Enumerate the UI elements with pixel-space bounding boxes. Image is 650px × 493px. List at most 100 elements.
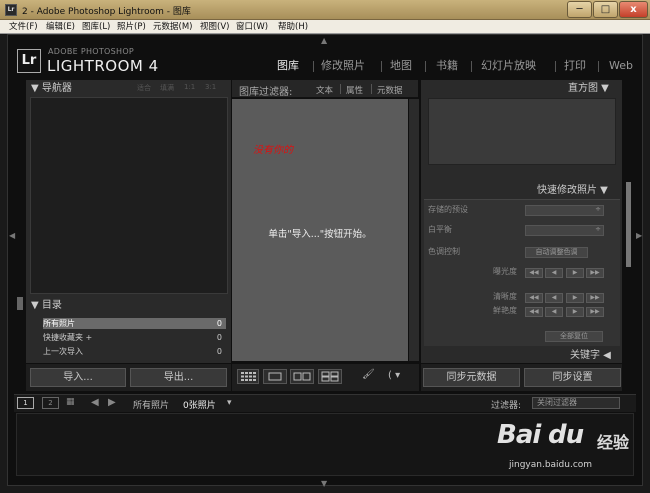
loupe-view-icon[interactable]: [263, 369, 287, 384]
filter-divider: [340, 84, 341, 94]
survey-glyph: [321, 371, 339, 382]
filter-attribute[interactable]: 属性: [346, 84, 363, 96]
menu-library[interactable]: 图库(L): [82, 21, 110, 33]
empty-library-message: 单击"导入..."按钮开始。: [268, 229, 372, 240]
back-arrow-icon[interactable]: ◀: [91, 397, 99, 408]
grid-view-icon[interactable]: [237, 369, 259, 384]
catalog-row-count: 0: [216, 347, 222, 356]
navigator-title: 导航器: [41, 83, 72, 94]
module-slideshow[interactable]: 幻灯片放映: [481, 58, 536, 74]
survey-view-icon[interactable]: [318, 369, 342, 384]
module-divider: [471, 61, 472, 72]
exposure-decrease-more[interactable]: ◀◀: [525, 268, 543, 278]
toolbar-options-icon[interactable]: ( ▾: [388, 370, 400, 381]
module-library[interactable]: 图库: [277, 58, 299, 74]
app-icon: Lr: [5, 4, 17, 16]
menu-edit[interactable]: 编辑(E): [46, 21, 75, 33]
grid-small-icon[interactable]: ▦: [66, 397, 75, 407]
module-book[interactable]: 书籍: [436, 58, 458, 74]
filmstrip-source[interactable]: 所有照片: [133, 398, 169, 411]
exposure-increase-more[interactable]: ▶▶: [586, 268, 604, 278]
sync-metadata-button[interactable]: 同步元数据: [423, 368, 520, 387]
primary-display-button[interactable]: 1: [17, 397, 34, 409]
auto-tone-button[interactable]: 自动调整色调: [525, 247, 588, 258]
minimize-button[interactable]: ─: [567, 1, 592, 18]
module-web[interactable]: Web: [609, 58, 633, 74]
histogram-header[interactable]: 直方图 ▼: [568, 81, 628, 97]
lightroom-logo: Lr: [17, 49, 41, 73]
clarity-label: 清晰度: [493, 292, 517, 301]
menu-photo[interactable]: 照片(P): [117, 21, 146, 33]
paw-logo: du: [548, 420, 584, 450]
quick-develop-header[interactable]: 快速修改照片 ▼: [537, 183, 632, 199]
catalog-row-previous-import[interactable]: 上一次导入 0: [43, 346, 226, 357]
zoom-fit[interactable]: 适合: [137, 83, 151, 93]
left-panel-toggle-icon[interactable]: ◀: [9, 231, 15, 240]
quick-develop-title: 快速修改照片: [537, 185, 597, 196]
forward-arrow-icon[interactable]: ▶: [108, 397, 116, 408]
menu-file[interactable]: 文件(F): [9, 21, 38, 33]
catalog-header[interactable]: ▼ 目录: [31, 298, 121, 314]
navigator-preview: [30, 97, 228, 294]
red-annotation: 没有你的: [253, 145, 293, 156]
menu-metadata[interactable]: 元数据(M): [153, 21, 192, 33]
export-button[interactable]: 导出...: [130, 368, 227, 387]
zoom-fill[interactable]: 填满: [160, 83, 174, 93]
catalog-row-label: 快捷收藏夹 +: [43, 333, 93, 342]
module-divider: [313, 61, 314, 72]
clarity-decrease-more[interactable]: ◀◀: [525, 293, 543, 303]
painter-icon[interactable]: 🖌: [362, 369, 375, 380]
catalog-row-count: 0: [216, 319, 222, 328]
histogram-title: 直方图: [568, 83, 598, 94]
top-panel-toggle-icon[interactable]: ▲: [321, 36, 327, 45]
stepper-arrows-icon: ÷: [595, 225, 601, 233]
right-panel-toggle-icon[interactable]: ▶: [636, 231, 642, 240]
filter-divider: [371, 84, 372, 94]
bottom-panel-toggle-icon[interactable]: ▼: [321, 479, 327, 488]
menu-window[interactable]: 窗口(W): [236, 21, 268, 33]
catalog-row-all-photos[interactable]: 所有照片 0: [43, 318, 226, 329]
saved-preset-dropdown[interactable]: ÷: [525, 205, 604, 216]
filter-dropdown[interactable]: 关闭过滤器: [532, 397, 620, 409]
window-title: 2 - Adobe Photoshop Lightroom - 图库: [22, 7, 191, 17]
exposure-decrease[interactable]: ◀: [545, 268, 563, 278]
vibrance-decrease-more[interactable]: ◀◀: [525, 307, 543, 317]
exposure-increase[interactable]: ▶: [566, 268, 584, 278]
clarity-decrease[interactable]: ◀: [545, 293, 563, 303]
compare-view-icon[interactable]: [290, 369, 314, 384]
import-button[interactable]: 导入...: [30, 368, 126, 387]
source-dropdown-icon[interactable]: ▾: [227, 398, 232, 408]
filter-dropdown-value: 关闭过滤器: [537, 398, 577, 407]
module-print[interactable]: 打印: [564, 58, 586, 74]
clarity-increase-more[interactable]: ▶▶: [586, 293, 604, 303]
zoom-3-1[interactable]: 3:1: [205, 83, 216, 91]
vibrance-decrease[interactable]: ◀: [545, 307, 563, 317]
zoom-1-1[interactable]: 1:1: [184, 83, 195, 91]
vibrance-increase-more[interactable]: ▶▶: [586, 307, 604, 317]
keywords-header[interactable]: 关键字 ◀: [570, 348, 630, 364]
vibrance-increase[interactable]: ▶: [566, 307, 584, 317]
sync-settings-button[interactable]: 同步设置: [524, 368, 621, 387]
module-map[interactable]: 地图: [390, 58, 412, 74]
catalog-row-quick-collection[interactable]: 快捷收藏夹 + 0: [43, 332, 226, 343]
reset-all-button[interactable]: 全部复位: [545, 331, 603, 342]
menu-view[interactable]: 视图(V): [200, 21, 229, 33]
menu-help[interactable]: 帮助(H): [278, 21, 308, 33]
filter-text[interactable]: 文本: [316, 84, 333, 96]
filter-metadata[interactable]: 元数据: [377, 84, 403, 96]
right-panel-scrollbar[interactable]: [626, 182, 631, 267]
left-panel-scrollbar[interactable]: [17, 297, 23, 310]
loupe-glyph: [268, 372, 282, 381]
navigator-header[interactable]: ▼ 导航器: [31, 81, 121, 97]
module-develop[interactable]: 修改照片: [321, 58, 365, 74]
maximize-button[interactable]: □: [593, 1, 618, 18]
saved-preset-label: 存储的预设: [428, 205, 468, 214]
white-balance-dropdown[interactable]: ÷: [525, 225, 604, 236]
grid-scrollbar[interactable]: [409, 99, 419, 361]
collapse-triangle-icon: ▼: [598, 83, 609, 94]
close-button[interactable]: x: [619, 1, 648, 18]
watermark-brand: Bai: [497, 420, 541, 450]
clarity-increase[interactable]: ▶: [566, 293, 584, 303]
title-bar: Lr 2 - Adobe Photoshop Lightroom - 图库 ─ …: [0, 0, 650, 20]
secondary-display-button[interactable]: 2: [42, 397, 59, 409]
